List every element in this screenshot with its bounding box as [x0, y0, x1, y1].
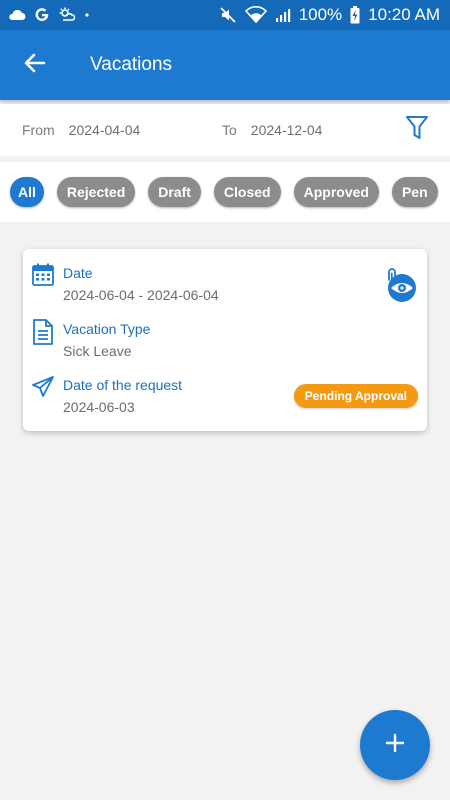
document-icon	[31, 319, 55, 345]
weather-icon	[58, 7, 76, 23]
view-attachment-button[interactable]	[385, 267, 417, 303]
wifi-icon	[244, 6, 267, 24]
cloud-icon	[8, 9, 26, 21]
vacation-card[interactable]: Date 2024-06-04 - 2024-06-04 Vacation Ty…	[23, 249, 427, 431]
status-badge: Pending Approval	[293, 384, 418, 408]
chip-rejected[interactable]: Rejected	[56, 177, 136, 207]
status-left-icons	[8, 7, 90, 23]
to-date-field[interactable]: To 2024-12-04	[222, 122, 322, 138]
clock: 10:20 AM	[368, 5, 440, 24]
date-value: 2024-06-04 - 2024-06-04	[63, 287, 219, 303]
status-chips: All Rejected Draft Closed Approved Pen	[10, 177, 438, 207]
calendar-icon	[31, 263, 55, 289]
from-date-field[interactable]: From 2024-04-04	[22, 122, 222, 138]
back-button[interactable]	[0, 30, 70, 100]
date-range-filter: From 2024-04-04 To 2024-12-04	[0, 104, 450, 156]
attachment-view-icon	[385, 268, 417, 307]
plus-icon	[385, 733, 405, 758]
dot-icon	[84, 12, 90, 18]
vacation-type-value: Sick Leave	[63, 343, 132, 359]
date-label: Date	[63, 265, 93, 281]
chip-approved[interactable]: Approved	[293, 177, 379, 207]
arrow-left-icon	[24, 53, 46, 78]
mute-icon	[219, 6, 237, 24]
status-chips-bar: All Rejected Draft Closed Approved Pen	[0, 162, 450, 222]
status-right-icons: 100% 10:20 AM	[219, 5, 440, 25]
status-bar: 100% 10:20 AM	[0, 0, 450, 30]
from-date-value[interactable]: 2024-04-04	[69, 122, 141, 138]
request-date-label: Date of the request	[63, 377, 183, 393]
add-vacation-button[interactable]	[360, 710, 430, 780]
vacation-type-field: Vacation Type Sick Leave	[31, 319, 150, 361]
battery-charging-icon	[350, 6, 360, 24]
request-date-field: Date of the request 2024-06-03	[31, 375, 182, 417]
page-title: Vacations	[90, 54, 173, 75]
paper-plane-icon	[31, 375, 55, 401]
date-field: Date 2024-06-04 - 2024-06-04	[31, 263, 219, 305]
google-icon	[34, 7, 50, 23]
from-label: From	[22, 122, 55, 138]
to-label: To	[222, 122, 237, 138]
chip-all[interactable]: All	[10, 177, 44, 207]
vacation-type-label: Vacation Type	[63, 321, 151, 337]
signal-icon	[275, 7, 291, 23]
request-date-value: 2024-06-03	[63, 399, 135, 415]
to-date-value[interactable]: 2024-12-04	[251, 122, 323, 138]
battery-percentage: 100%	[298, 5, 343, 24]
chip-draft[interactable]: Draft	[148, 177, 201, 207]
funnel-icon	[405, 115, 429, 146]
filter-button[interactable]	[404, 115, 430, 146]
chip-pending[interactable]: Pen	[391, 177, 438, 207]
chip-closed[interactable]: Closed	[213, 177, 281, 207]
app-bar: Vacations	[0, 30, 450, 100]
